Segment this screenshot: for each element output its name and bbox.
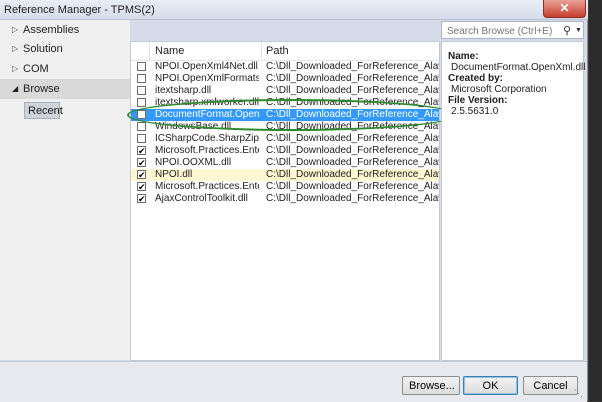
detail-name-label: Name:	[448, 51, 479, 62]
reference-checkbox[interactable]	[137, 134, 146, 143]
reference-path: C:\Dll_Downloaded_ForReference_Alaways\c	[266, 73, 439, 84]
reference-list: Name Path NPOI.OpenXml4Net.dll C:\Dll_Dow…	[130, 41, 440, 361]
window-title: Reference Manager - TPMS(2)	[4, 4, 155, 16]
reference-row[interactable]: DocumentFormat.Open... C:\Dll_Downloaded_…	[131, 109, 439, 121]
column-header-path[interactable]: Path	[266, 45, 289, 57]
close-button[interactable]: ✕	[543, 0, 586, 18]
expand-arrow-icon: ▷	[12, 44, 19, 53]
close-icon: ✕	[559, 1, 570, 15]
nav-item-com[interactable]: ▷ COM	[0, 59, 130, 79]
ok-button[interactable]: OK	[463, 376, 518, 395]
list-header: Name Path	[131, 42, 439, 61]
reference-row[interactable]: itextsharp.xmlworker.dll C:\Dll_Downloade…	[131, 97, 439, 109]
reference-path: C:\Dll_Downloaded_ForReference_Alaways\c	[266, 169, 439, 180]
reference-row[interactable]: WindowsBase.dll C:\Dll_Downloaded_ForRefe…	[131, 121, 439, 133]
reference-checkbox[interactable]	[137, 122, 146, 131]
search-input[interactable]	[445, 23, 564, 39]
reference-name: itextsharp.dll	[155, 85, 212, 96]
reference-name: Microsoft.Practices.Ente...	[155, 145, 259, 156]
reference-name: Microsoft.Practices.Ente...	[155, 181, 259, 192]
nav-item-solution[interactable]: ▷ Solution	[0, 39, 130, 59]
reference-path: C:\Dll_Downloaded_ForReference_Alaways\I	[266, 133, 439, 144]
reference-checkbox[interactable]: ✔	[137, 146, 146, 156]
column-separator[interactable]	[261, 42, 262, 60]
search-icon[interactable]: ⚲	[563, 24, 571, 37]
reference-checkbox[interactable]	[137, 62, 146, 71]
reference-path: C:\Dll_Downloaded_ForReference_Alaways\A	[266, 193, 439, 204]
reference-name: NPOI.dll	[155, 169, 193, 180]
nav-item-label: COM	[23, 63, 49, 75]
title-bar[interactable]: Reference Manager - TPMS(2) ✕	[0, 0, 588, 20]
reference-row[interactable]: ✔ NPOI.dll C:\Dll_Downloaded_ForReference_…	[131, 169, 439, 181]
reference-checkbox[interactable]: ✔	[137, 194, 146, 204]
reference-row[interactable]: ✔ Microsoft.Practices.Ente... C:\Dll_Downl…	[131, 181, 439, 193]
reference-name: NPOI.OpenXml4Net.dll	[155, 61, 258, 72]
nav-item-label: Solution	[23, 43, 63, 55]
nav-item-assemblies[interactable]: ▷ Assemblies	[0, 20, 130, 40]
nav-item-recent[interactable]: Recent	[24, 102, 63, 119]
detail-created-value: Microsoft Corporation	[451, 84, 547, 95]
chevron-down-icon[interactable]: ▼	[575, 27, 582, 34]
nav-item-label: Recent	[28, 105, 63, 117]
reference-row[interactable]: ✔ NPOI.OOXML.dll C:\Dll_Downloaded_ForRefe…	[131, 157, 439, 169]
details-panel: Name: DocumentFormat.OpenXml.dll Created…	[441, 41, 586, 361]
detail-version-value: 2.5.5631.0	[451, 106, 499, 117]
cancel-button[interactable]: Cancel	[523, 376, 578, 395]
reference-row[interactable]: NPOI.OpenXmlFormats.... C:\Dll_Downloaded…	[131, 73, 439, 85]
reference-name: itextsharp.xmlworker.dll	[155, 97, 259, 108]
reference-name: AjaxControlToolkit.dll	[155, 193, 248, 204]
reference-checkbox[interactable]	[137, 74, 146, 83]
reference-path: C:\Dll_Downloaded_ForReference_Alaways\M	[266, 145, 439, 156]
nav-item-label: Assemblies	[23, 24, 80, 36]
dialog-button-bar: Browse... OK Cancel	[0, 361, 587, 402]
resize-grip-icon[interactable]: ⋱	[574, 388, 583, 399]
expand-arrow-icon: ▷	[12, 25, 19, 34]
column-separator[interactable]	[149, 42, 150, 60]
reference-checkbox[interactable]	[137, 98, 146, 107]
column-header-name[interactable]: Name	[155, 45, 184, 57]
reference-row[interactable]: ICSharpCode.SharpZipLi... C:\Dll_Download…	[131, 133, 439, 145]
reference-path: C:\Dll_Downloaded_ForReference_Alaways\M	[266, 181, 439, 192]
reference-checkbox[interactable]: ✔	[137, 170, 146, 180]
reference-name: ICSharpCode.SharpZipLi...	[155, 133, 259, 144]
reference-path: C:\Dll_Downloaded_ForReference_Alaways\	[266, 121, 439, 132]
reference-checkbox[interactable]: ✔	[137, 182, 146, 192]
reference-name: NPOI.OOXML.dll	[155, 157, 232, 168]
search-box[interactable]: ⚲ ▼	[441, 21, 584, 39]
reference-name: NPOI.OpenXmlFormats....	[155, 73, 259, 84]
nav-item-browse[interactable]: ◢ Browse	[0, 79, 130, 99]
reference-row[interactable]: ✔ AjaxControlToolkit.dll C:\Dll_Downloaded…	[131, 193, 439, 205]
reference-checkbox[interactable]	[137, 110, 146, 119]
detail-name-value: DocumentFormat.OpenXml.dll	[451, 62, 586, 73]
reference-path: C:\Dll_Downloaded_ForReference_Alaways\i…	[266, 97, 439, 108]
nav-item-label: Browse	[23, 83, 60, 95]
background-strip	[589, 0, 602, 401]
reference-row[interactable]: itextsharp.dll C:\Dll_Downloaded_ForRefer…	[131, 85, 439, 97]
expand-arrow-icon: ▷	[12, 64, 19, 73]
reference-name: WindowsBase.dll	[155, 121, 232, 132]
reference-name: DocumentFormat.Open...	[155, 109, 259, 120]
reference-path: C:\Dll_Downloaded_ForReference_Alaways\c	[266, 61, 439, 72]
reference-checkbox[interactable]: ✔	[137, 158, 146, 168]
detail-created-label: Created by:	[448, 73, 504, 84]
reference-row[interactable]: NPOI.OpenXml4Net.dll C:\Dll_Downloaded_Fo…	[131, 61, 439, 73]
browse-button[interactable]: Browse...	[402, 376, 460, 395]
detail-version-label: File Version:	[448, 95, 508, 106]
reference-checkbox[interactable]	[137, 86, 146, 95]
reference-path: C:\Dll_Downloaded_ForReference_Alaways\	[266, 109, 439, 120]
reference-path: C:\Dll_Downloaded_ForReference_Alaways\c	[266, 157, 439, 168]
reference-row[interactable]: ✔ Microsoft.Practices.Ente... C:\Dll_Downl…	[131, 145, 439, 157]
reference-path: C:\Dll_Downloaded_ForReference_Alaways\i…	[266, 85, 439, 96]
collapse-arrow-icon: ◢	[12, 84, 19, 93]
reference-manager-window: Reference Manager - TPMS(2) ✕ ▷ Assembli…	[0, 0, 588, 402]
left-navigation: ▷ Assemblies ▷ Solution ▷ COM ◢ Browse R…	[0, 20, 130, 360]
